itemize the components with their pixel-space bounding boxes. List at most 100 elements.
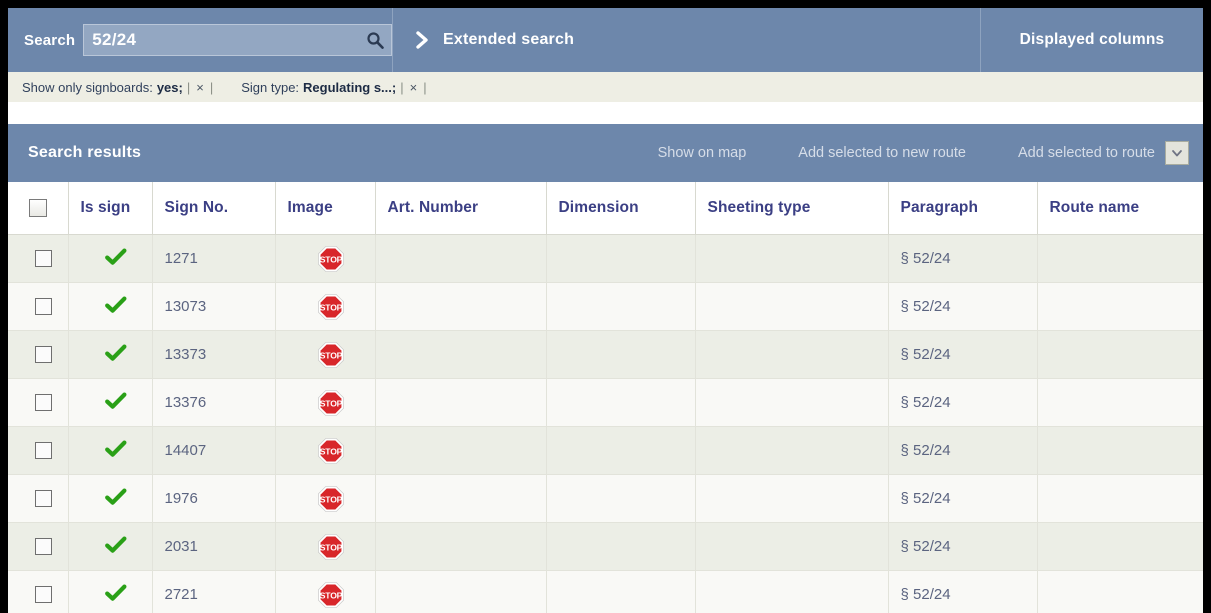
cell-art-number (375, 234, 547, 283)
cell-is-sign (68, 426, 153, 475)
stop-sign-icon[interactable]: STOP (316, 580, 346, 610)
table-row[interactable]: 13376 STOP § 52/24 (8, 378, 1203, 427)
cell-sheeting-type (695, 330, 889, 379)
stop-sign-icon[interactable]: STOP (316, 340, 346, 370)
filter-chip-value: Regulating s...; (303, 79, 397, 95)
row-checkbox[interactable] (35, 586, 53, 604)
table-row[interactable]: 1271 STOP § 52/24 (8, 234, 1203, 283)
row-checkbox[interactable] (35, 346, 53, 364)
table-row[interactable]: 14407 STOP § 52/24 (8, 426, 1203, 475)
filter-chip-remove-icon[interactable]: × (194, 80, 206, 95)
add-selected-to-route-button[interactable]: Add selected to route (1018, 145, 1155, 161)
table-row[interactable]: 2031 STOP § 52/24 (8, 522, 1203, 571)
search-input[interactable] (84, 25, 391, 55)
cell-paragraph: § 52/24 (888, 234, 1038, 283)
column-header-is-sign[interactable]: Is sign (68, 182, 153, 235)
cell-route-name (1037, 570, 1203, 613)
extended-search-button[interactable]: Extended search (393, 8, 981, 72)
chevron-down-icon[interactable] (1165, 141, 1189, 165)
stop-sign-icon[interactable]: STOP (316, 532, 346, 562)
extended-search-label: Extended search (443, 31, 575, 48)
row-checkbox[interactable] (35, 538, 53, 556)
results-table-wrap: Is sign Sign No. Image Art. Number Dimen… (8, 182, 1203, 613)
toolbar-gutter (8, 102, 1203, 124)
green-check-icon (105, 344, 127, 362)
svg-text:STOP: STOP (320, 398, 343, 408)
active-filters-bar: Show only signboards: yes; | × | Sign ty… (8, 72, 1203, 102)
green-check-icon (105, 536, 127, 554)
cell-paragraph: § 52/24 (888, 426, 1038, 475)
cell-image: STOP (275, 522, 376, 571)
column-header-select (8, 182, 69, 235)
cell-image: STOP (275, 378, 376, 427)
cell-dimension (546, 522, 696, 571)
row-checkbox[interactable] (35, 442, 53, 460)
row-select-cell (8, 282, 69, 331)
displayed-columns-button[interactable]: Displayed columns (981, 8, 1203, 72)
column-header-sheeting-type[interactable]: Sheeting type (695, 182, 889, 235)
cell-sheeting-type (695, 522, 889, 571)
stop-sign-icon[interactable]: STOP (316, 484, 346, 514)
table-row[interactable]: 2721 STOP § 52/24 (8, 570, 1203, 613)
cell-sheeting-type (695, 426, 889, 475)
row-checkbox[interactable] (35, 298, 53, 316)
cell-paragraph: § 52/24 (888, 570, 1038, 613)
cell-image: STOP (275, 570, 376, 613)
cell-sign-no: 1271 (152, 234, 276, 283)
green-check-icon (105, 440, 127, 458)
cell-dimension (546, 474, 696, 523)
cell-art-number (375, 426, 547, 475)
app-root: Search Extended s (0, 0, 1211, 613)
filter-chip-remove-icon[interactable]: × (408, 80, 420, 95)
filter-chip-key: Show only signboards: (22, 79, 153, 95)
svg-text:STOP: STOP (320, 494, 343, 504)
svg-text:STOP: STOP (320, 302, 343, 312)
cell-paragraph: § 52/24 (888, 474, 1038, 523)
cell-is-sign (68, 522, 153, 571)
table-body: 1271 STOP § 52/24 13073 STOP § 52/24 13373 STOP… (8, 234, 1203, 613)
cell-paragraph: § 52/24 (888, 330, 1038, 379)
svg-text:STOP: STOP (320, 446, 343, 456)
cell-route-name (1037, 426, 1203, 475)
cell-sign-no: 2031 (152, 522, 276, 571)
search-zone: Search (8, 8, 393, 72)
cell-art-number (375, 570, 547, 613)
table-row[interactable]: 13373 STOP § 52/24 (8, 330, 1203, 379)
cell-art-number (375, 474, 547, 523)
cell-image: STOP (275, 330, 376, 379)
cell-sheeting-type (695, 282, 889, 331)
cell-sheeting-type (695, 378, 889, 427)
table-row[interactable]: 1976 STOP § 52/24 (8, 474, 1203, 523)
cell-route-name (1037, 234, 1203, 283)
filter-chip-signboards: Show only signboards: yes; | × | (22, 80, 217, 95)
cell-dimension (546, 282, 696, 331)
row-checkbox[interactable] (35, 490, 53, 508)
cell-dimension (546, 378, 696, 427)
stop-sign-icon[interactable]: STOP (316, 292, 346, 322)
cell-art-number (375, 378, 547, 427)
cell-sheeting-type (695, 570, 889, 613)
cell-sign-no: 13373 (152, 330, 276, 379)
row-checkbox[interactable] (35, 394, 53, 412)
filter-chip-divider: | (186, 79, 191, 95)
column-header-dimension[interactable]: Dimension (546, 182, 696, 235)
table-row[interactable]: 13073 STOP § 52/24 (8, 282, 1203, 331)
row-checkbox[interactable] (35, 250, 53, 268)
cell-art-number (375, 282, 547, 331)
row-select-cell (8, 330, 69, 379)
column-header-paragraph[interactable]: Paragraph (888, 182, 1038, 235)
select-all-checkbox[interactable] (28, 198, 47, 217)
row-select-cell (8, 426, 69, 475)
stop-sign-icon[interactable]: STOP (316, 388, 346, 418)
filter-chip-sign-type: Sign type: Regulating s...; | × | (241, 80, 430, 95)
column-header-sign-no[interactable]: Sign No. (152, 182, 276, 235)
cell-dimension (546, 570, 696, 613)
stop-sign-icon[interactable]: STOP (316, 436, 346, 466)
show-on-map-button[interactable]: Show on map (658, 145, 747, 161)
stop-sign-icon[interactable]: STOP (316, 244, 346, 274)
column-header-route-name[interactable]: Route name (1037, 182, 1203, 235)
add-selected-to-new-route-button[interactable]: Add selected to new route (798, 145, 966, 161)
column-header-art-number[interactable]: Art. Number (375, 182, 547, 235)
green-check-icon (105, 296, 127, 314)
column-header-image[interactable]: Image (275, 182, 376, 235)
